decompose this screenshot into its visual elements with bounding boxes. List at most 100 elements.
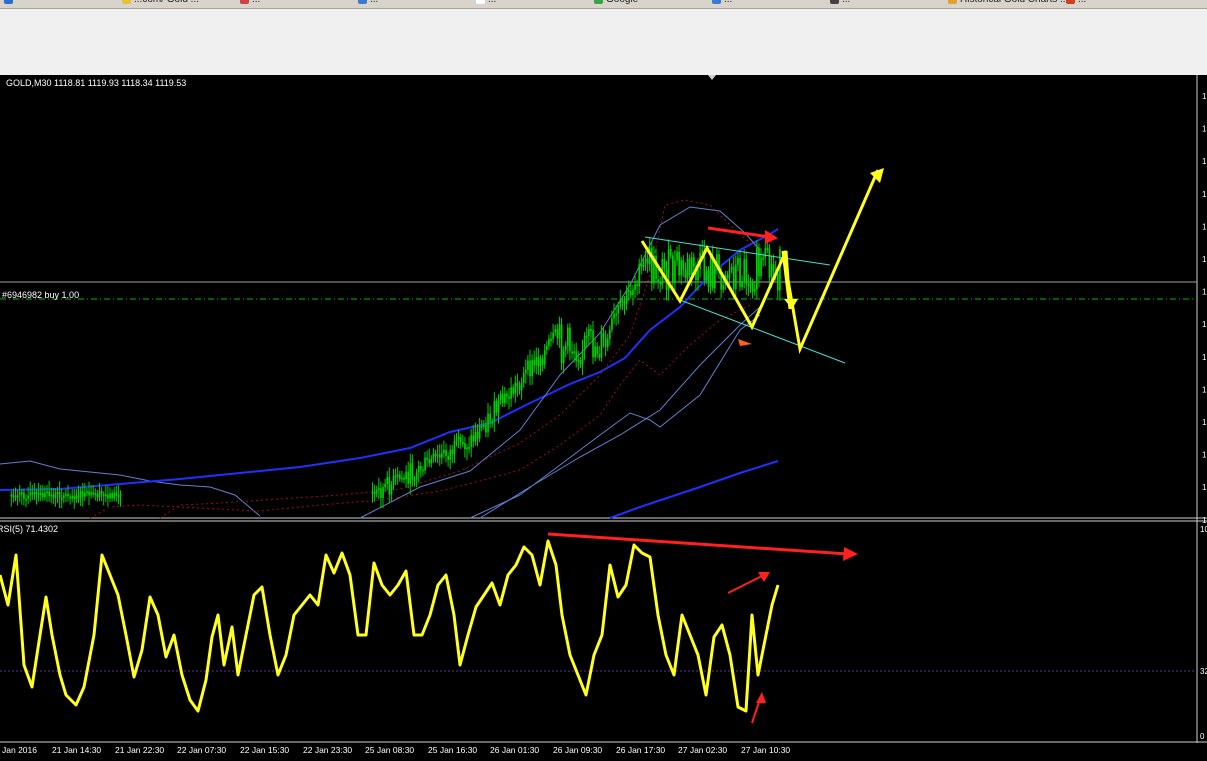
- candle-body: [567, 327, 569, 347]
- chart-window[interactable]: GOLD,M30 1118.81 1119.93 1118.34 1119.53…: [0, 75, 1207, 757]
- candle-body: [617, 306, 620, 314]
- candle-body: [107, 494, 109, 499]
- price-tick-label: 1: [1202, 418, 1207, 427]
- candle-body: [73, 495, 76, 499]
- candle-body: [585, 335, 588, 338]
- candle-body: [590, 328, 592, 331]
- candle-body: [764, 248, 767, 258]
- bookmark-label: ...: [1078, 0, 1086, 5]
- bookmark-item[interactable]: ...: [830, 0, 850, 5]
- bookmark-item[interactable]: ...: [358, 0, 378, 5]
- bookmark-label: ...: [370, 0, 378, 5]
- price-tick-label: 1: [1202, 92, 1207, 101]
- candle-body: [371, 491, 374, 494]
- time-tick-label: Jan 2016: [2, 745, 37, 755]
- candle-body: [115, 492, 118, 496]
- candle-body: [749, 282, 752, 286]
- candle-body: [518, 385, 521, 391]
- candle-body: [535, 356, 538, 366]
- candle-body: [520, 382, 523, 391]
- candle-body: [499, 393, 502, 400]
- bookmark-item[interactable]: [4, 0, 16, 5]
- bookmark-item[interactable]: Historical Gold Charts ...: [948, 0, 1068, 5]
- candle-body: [113, 492, 116, 499]
- candle-body: [676, 251, 678, 261]
- candle-body: [571, 351, 573, 354]
- candle-body: [594, 346, 596, 358]
- candle-body: [575, 351, 578, 362]
- time-tick-label: 22 Jan 07:30: [177, 745, 226, 755]
- candle-body: [552, 332, 554, 339]
- candle-body: [50, 494, 53, 497]
- bookmark-item[interactable]: Google: [594, 0, 638, 5]
- candle-body: [638, 264, 641, 287]
- candle-body: [100, 491, 103, 495]
- candle-body: [753, 289, 756, 292]
- candle-body: [472, 435, 475, 442]
- bookmark-favicon-icon: [122, 0, 131, 4]
- toolbar-area: [0, 9, 1207, 75]
- candle-body: [441, 453, 443, 458]
- bookmark-favicon-icon: [830, 0, 839, 4]
- candle-body: [504, 393, 506, 404]
- time-tick-label: 26 Jan 01:30: [490, 745, 539, 755]
- candle-body: [445, 449, 447, 456]
- bookmark-label: ...: [488, 0, 496, 5]
- order-label[interactable]: #6946982 buy 1.00: [2, 290, 79, 300]
- candle-body: [669, 249, 672, 256]
- candle-body: [451, 449, 454, 455]
- bookmark-item[interactable]: ...com/ Gold ...: [122, 0, 199, 5]
- candle-body: [640, 264, 643, 267]
- bookmark-item[interactable]: ...: [1066, 0, 1086, 5]
- candle-body: [487, 413, 489, 433]
- candle-body: [760, 258, 762, 277]
- bookmark-item[interactable]: ...: [712, 0, 732, 5]
- time-tick-label: 25 Jan 08:30: [365, 745, 414, 755]
- candle-body: [428, 459, 431, 464]
- candle-body: [392, 475, 395, 485]
- candle-body: [655, 255, 657, 280]
- candle-body: [33, 492, 36, 495]
- bookmark-favicon-icon: [476, 0, 485, 4]
- candle-body: [373, 491, 376, 494]
- time-tick-label: 27 Jan 02:30: [678, 745, 727, 755]
- candle-body: [562, 350, 565, 364]
- candle-body: [598, 354, 601, 358]
- chart-canvas[interactable]: GOLD,M30 1118.81 1119.93 1118.34 1119.53…: [0, 75, 1207, 757]
- bookmark-item[interactable]: ...: [240, 0, 260, 5]
- candle-body: [758, 247, 760, 277]
- candle-body: [37, 492, 40, 495]
- candle-body: [512, 387, 515, 394]
- candle-body: [531, 360, 533, 377]
- candle-body: [102, 494, 105, 497]
- candle-body: [525, 369, 527, 374]
- candle-body: [766, 248, 769, 251]
- candle-body: [489, 413, 491, 422]
- candle-body: [58, 492, 61, 498]
- candle-body: [12, 495, 15, 498]
- candle-body: [81, 491, 84, 497]
- bookmark-favicon-icon: [594, 0, 603, 4]
- candle-body: [109, 493, 111, 499]
- candle-body: [443, 449, 445, 454]
- price-tick-label: 1: [1202, 157, 1207, 166]
- price-tick-label: 1: [1202, 320, 1207, 329]
- price-tick-label: 1: [1202, 255, 1207, 264]
- candle-body: [407, 471, 410, 484]
- candle-body: [762, 257, 764, 260]
- rsi-level-0: 0: [1200, 732, 1205, 741]
- candle-body: [438, 454, 441, 458]
- candle-body: [447, 455, 449, 460]
- candle-body: [634, 284, 636, 290]
- bookmarks-bar: ...com/ Gold ............ Google...... His…: [0, 0, 1207, 9]
- candle-body: [623, 302, 626, 305]
- candle-body: [90, 492, 92, 496]
- price-tick-label: 1: [1202, 483, 1207, 492]
- candle-body: [501, 393, 504, 404]
- candle-body: [388, 476, 391, 495]
- candle-body: [672, 255, 674, 284]
- candle-body: [18, 492, 21, 495]
- bookmark-item[interactable]: ...: [476, 0, 496, 5]
- candle-body: [730, 266, 733, 270]
- candle-body: [770, 264, 773, 278]
